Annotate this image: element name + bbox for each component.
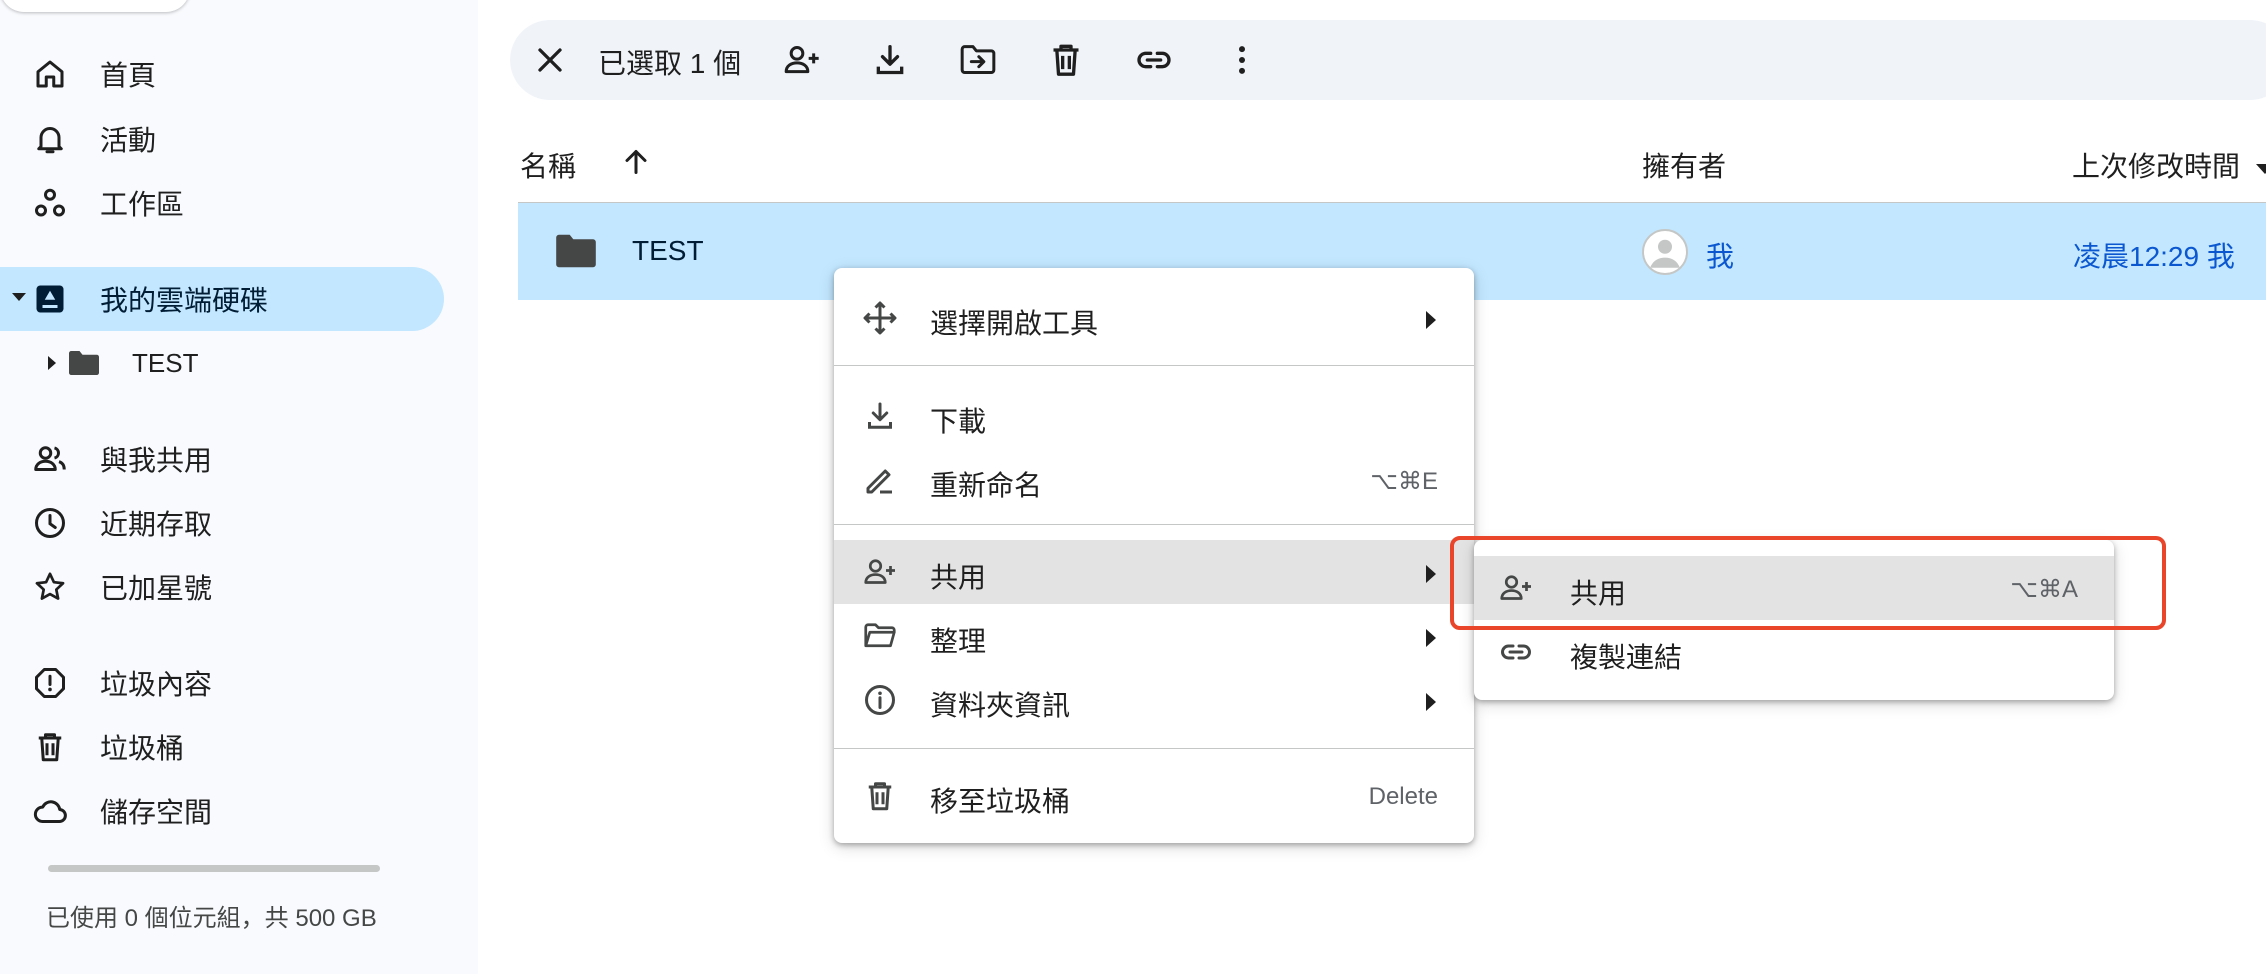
- download-icon: [862, 398, 898, 434]
- file-modified: 凌晨12:29 我: [2073, 241, 2235, 272]
- more-vert-icon[interactable]: [1222, 40, 1262, 80]
- sidebar-item-recent[interactable]: 近期存取: [0, 491, 400, 555]
- submenu-arrow-icon: [1426, 565, 1436, 583]
- star-icon: [32, 569, 68, 605]
- link-icon: [1498, 634, 1534, 670]
- sort-dropdown-icon[interactable]: [2255, 163, 2266, 174]
- share-icon: [862, 554, 898, 590]
- sidebar-item-trash[interactable]: 垃圾桶: [0, 715, 400, 779]
- avatar: [1642, 229, 1688, 275]
- sidebar-item-storage[interactable]: 儲存空間: [0, 779, 400, 843]
- people-icon: [32, 441, 68, 477]
- download-icon[interactable]: [870, 40, 910, 80]
- clock-icon: [32, 505, 68, 541]
- sidebar-item-label: 垃圾內容: [100, 669, 213, 700]
- selected-count: 已選取 1 個: [598, 48, 742, 79]
- sidebar-item-label: 我的雲端硬碟: [100, 285, 269, 316]
- menu-item-open-with[interactable]: 選擇開啟工具: [834, 286, 1474, 350]
- column-header-modified[interactable]: 上次修改時間: [2072, 145, 2266, 185]
- menu-shortcut: ⌥⌘E: [1370, 468, 1438, 495]
- submenu-arrow-icon: [1426, 693, 1436, 711]
- sidebar-item-spam[interactable]: 垃圾內容: [0, 651, 400, 715]
- menu-item-label: 資料夾資訊: [930, 690, 1071, 721]
- expand-caret-icon[interactable]: [12, 293, 26, 301]
- link-icon[interactable]: [1134, 40, 1174, 80]
- share-icon[interactable]: [782, 40, 822, 80]
- storage-usage-bar: [48, 865, 380, 872]
- menu-item-label: 重新命名: [930, 470, 1043, 501]
- folder-icon: [554, 233, 598, 269]
- open-with-icon: [862, 300, 898, 336]
- folder-icon: [66, 345, 102, 381]
- menu-divider: [834, 524, 1474, 525]
- sidebar-item-workspaces[interactable]: 工作區: [0, 171, 400, 235]
- sidebar: 首頁 活動 工作區 我的雲端硬碟 TEST 與我共用 近期存取 已加星號 垃圾內…: [0, 0, 478, 974]
- workspaces-icon: [32, 185, 68, 221]
- selection-toolbar: 已選取 1 個: [510, 20, 2266, 100]
- new-button[interactable]: [0, 0, 190, 12]
- cloud-icon: [32, 793, 68, 829]
- menu-item-label: 整理: [930, 626, 987, 657]
- menu-shortcut: Delete: [1368, 783, 1438, 810]
- storage-usage-text: 已使用 0 個位元組，共 500 GB: [46, 905, 377, 932]
- expand-caret-icon[interactable]: [48, 356, 56, 370]
- sidebar-item-label: TEST: [132, 347, 199, 378]
- menu-item-share[interactable]: 共用: [834, 540, 1474, 604]
- menu-item-move-to-trash[interactable]: 移至垃圾桶 Delete: [834, 764, 1474, 828]
- trash-icon[interactable]: [1046, 40, 1086, 80]
- sidebar-item-label: 垃圾桶: [100, 733, 185, 764]
- trash-icon: [32, 729, 68, 765]
- annotation-highlight-box: [1450, 536, 2166, 630]
- sidebar-item-label: 與我共用: [100, 445, 213, 476]
- file-owner: 我: [1706, 241, 1735, 272]
- file-name[interactable]: TEST: [632, 235, 704, 267]
- menu-item-organize[interactable]: 整理: [834, 604, 1474, 668]
- context-menu: 選擇開啟工具 下載 重新命名 ⌥⌘E 共用 整理 資料夾資訊 移至垃圾桶 Del…: [834, 268, 1474, 843]
- menu-item-folder-info[interactable]: 資料夾資訊: [834, 668, 1474, 732]
- column-header-name[interactable]: 名稱: [520, 145, 576, 185]
- menu-item-download[interactable]: 下載: [834, 384, 1474, 448]
- sidebar-item-test-folder[interactable]: TEST: [0, 331, 400, 395]
- rename-icon: [862, 462, 898, 498]
- menu-item-label: 複製連結: [1570, 642, 1683, 673]
- drive-icon: [32, 281, 68, 317]
- sidebar-item-label: 已加星號: [100, 573, 213, 604]
- menu-divider: [834, 365, 1474, 366]
- sidebar-item-starred[interactable]: 已加星號: [0, 555, 400, 619]
- sidebar-item-label: 工作區: [100, 189, 185, 220]
- sidebar-item-activity[interactable]: 活動: [0, 107, 400, 171]
- sort-ascending-icon[interactable]: [618, 144, 654, 180]
- sidebar-item-my-drive[interactable]: 我的雲端硬碟: [0, 267, 444, 331]
- menu-divider: [834, 748, 1474, 749]
- move-icon[interactable]: [958, 40, 998, 80]
- sidebar-item-label: 近期存取: [100, 509, 213, 540]
- spam-icon: [32, 665, 68, 701]
- home-icon: [32, 56, 68, 92]
- menu-item-label: 移至垃圾桶: [930, 786, 1071, 817]
- menu-item-rename[interactable]: 重新命名 ⌥⌘E: [834, 448, 1474, 512]
- sidebar-item-shared-with-me[interactable]: 與我共用: [0, 427, 400, 491]
- organize-icon: [862, 618, 898, 654]
- close-icon[interactable]: [530, 40, 570, 80]
- sidebar-item-label: 首頁: [100, 60, 157, 91]
- sidebar-item-label: 儲存空間: [100, 797, 213, 828]
- bell-icon: [32, 121, 68, 157]
- submenu-arrow-icon: [1426, 311, 1436, 329]
- menu-item-label: 下載: [930, 406, 987, 437]
- sidebar-item-home[interactable]: 首頁: [0, 42, 400, 106]
- submenu-arrow-icon: [1426, 629, 1436, 647]
- column-header-modified-label: 上次修改時間: [2072, 151, 2241, 182]
- sidebar-item-label: 活動: [100, 125, 157, 156]
- menu-item-label: 選擇開啟工具: [930, 308, 1099, 339]
- column-header-owner[interactable]: 擁有者: [1642, 145, 1726, 185]
- menu-item-label: 共用: [930, 562, 987, 593]
- info-icon: [862, 682, 898, 718]
- trash-icon: [862, 778, 898, 814]
